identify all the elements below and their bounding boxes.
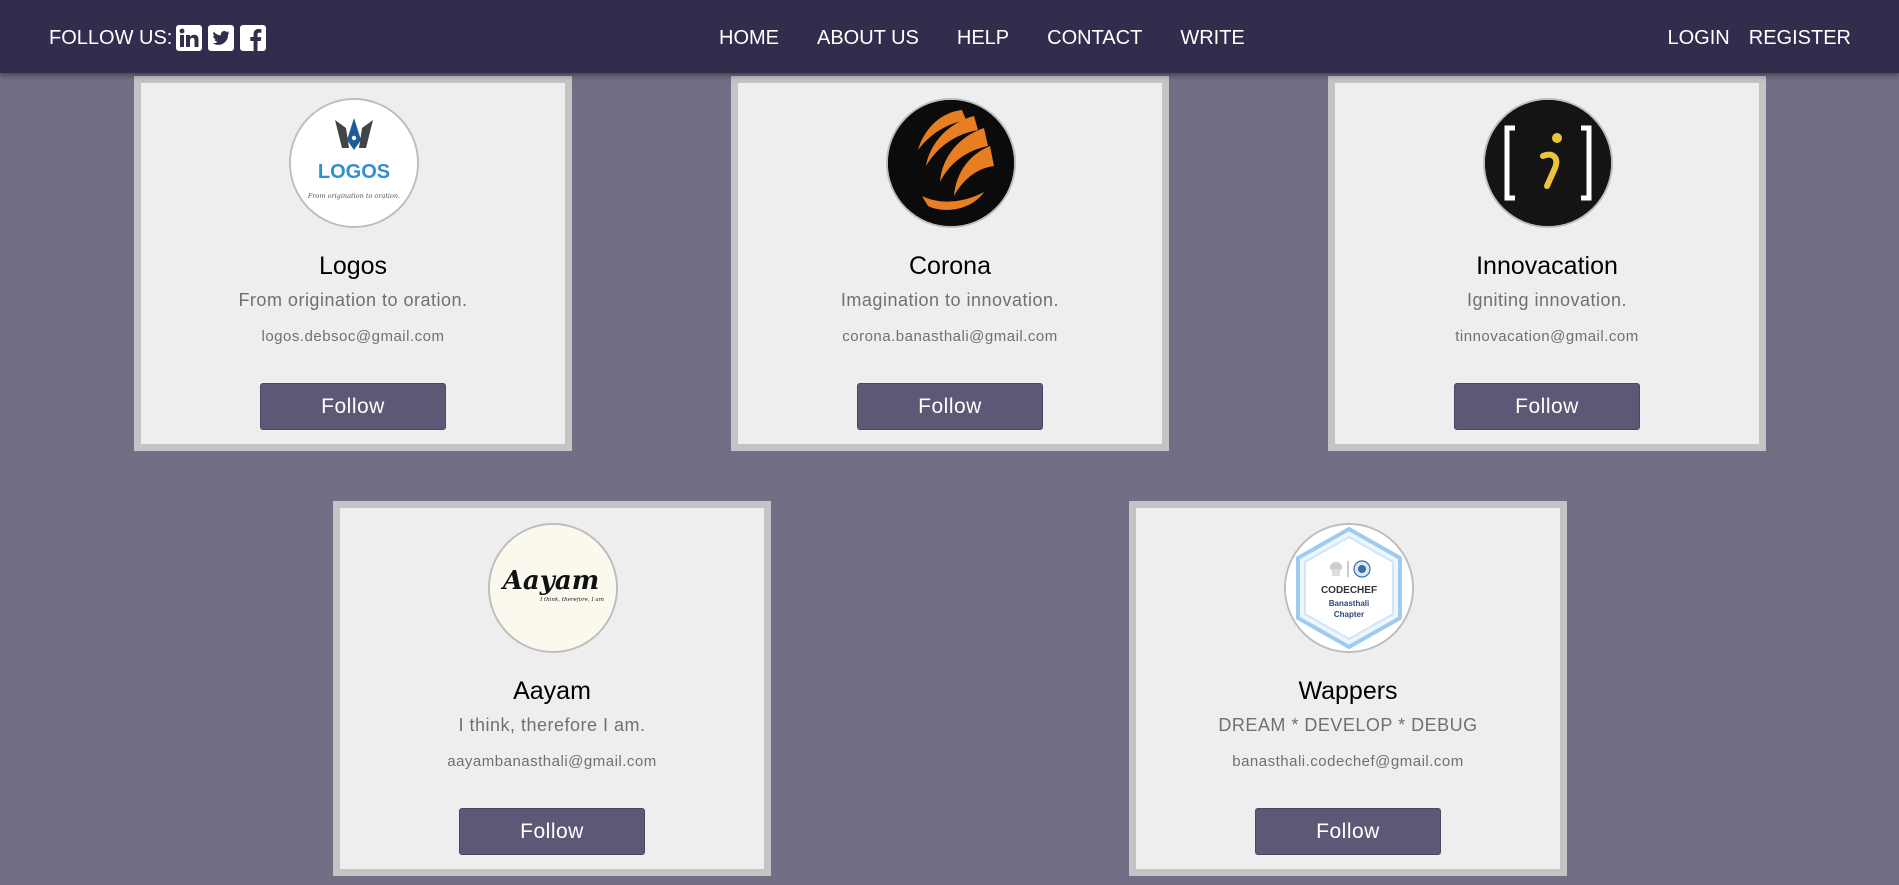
club-email: banasthali.codechef@gmail.com: [1232, 753, 1464, 770]
nav-about-us[interactable]: ABOUT US: [817, 24, 919, 52]
club-name: Aayam: [513, 677, 591, 705]
club-card-innovacation: Innovacation Igniting innovation. tinnov…: [1328, 76, 1766, 451]
linkedin-icon[interactable]: [175, 24, 203, 52]
svg-text:Banasthali: Banasthali: [1329, 599, 1369, 608]
aayam-logo: Aayam I think, therefore, I am: [488, 523, 618, 653]
twitter-icon[interactable]: [207, 24, 235, 52]
navbar: FOLLOW US: HOME ABOUT US HELP CONTACT WR…: [0, 0, 1899, 73]
svg-text:Aayam: Aayam: [500, 566, 599, 596]
innovacation-logo: [1483, 98, 1613, 228]
club-card-wappers: CODECHEF Banasthali Chapter Wappers DREA…: [1129, 501, 1567, 876]
club-name: Wappers: [1298, 677, 1398, 705]
auth-links: LOGIN REGISTER: [1649, 24, 1852, 52]
club-email: aayambanasthali@gmail.com: [447, 753, 657, 770]
club-name: Logos: [318, 252, 388, 280]
club-card-aayam: Aayam I think, therefore, I am Aayam I t…: [333, 501, 771, 876]
svg-text:LOGOS: LOGOS: [318, 161, 390, 183]
university-seal-icon: [1353, 560, 1371, 578]
club-name: Corona: [909, 252, 991, 280]
follow-button-corona[interactable]: Follow: [857, 383, 1043, 430]
wappers-logo: CODECHEF Banasthali Chapter: [1284, 523, 1414, 653]
login-link[interactable]: LOGIN: [1668, 24, 1730, 52]
follow-button-aayam[interactable]: Follow: [459, 808, 645, 855]
register-link[interactable]: REGISTER: [1749, 24, 1851, 52]
facebook-icon[interactable]: [239, 24, 267, 52]
follow-button-logos[interactable]: Follow: [260, 383, 446, 430]
follow-button-wappers[interactable]: Follow: [1255, 808, 1441, 855]
svg-text:CODECHEF: CODECHEF: [1321, 585, 1377, 596]
club-card-corona: Corona Imagination to innovation. corona…: [731, 76, 1169, 451]
club-tagline: DREAM * DEVELOP * DEBUG: [1218, 715, 1478, 735]
nav-home[interactable]: HOME: [719, 24, 779, 52]
club-email: tinnovacation@gmail.com: [1455, 328, 1639, 345]
svg-text:I think, therefore, I am: I think, therefore, I am: [539, 597, 604, 603]
club-email: corona.banasthali@gmail.com: [842, 328, 1058, 345]
svg-text:Chapter: Chapter: [1334, 610, 1364, 619]
nav-contact[interactable]: CONTACT: [1047, 24, 1142, 52]
club-card-logos: LOGOS From origination to oration. Logos…: [134, 76, 572, 451]
main-nav: HOME ABOUT US HELP CONTACT WRITE: [719, 24, 1283, 52]
club-tagline: I think, therefore I am.: [458, 715, 646, 735]
club-name: Innovacation: [1476, 252, 1618, 280]
club-email: logos.debsoc@gmail.com: [261, 328, 445, 345]
follow-us-label: FOLLOW US:: [49, 27, 173, 49]
nav-write[interactable]: WRITE: [1180, 24, 1244, 52]
nav-help[interactable]: HELP: [957, 24, 1009, 52]
club-tagline: Igniting innovation.: [1466, 290, 1628, 310]
logos-logo: LOGOS From origination to oration.: [289, 98, 419, 228]
follow-button-innovacation[interactable]: Follow: [1454, 383, 1640, 430]
club-tagline: From origination to oration.: [238, 290, 468, 310]
follow-us: FOLLOW US:: [49, 24, 271, 52]
svg-text:From origination to oration.: From origination to oration.: [307, 192, 400, 200]
corona-logo: [886, 98, 1016, 228]
club-tagline: Imagination to innovation.: [840, 290, 1060, 310]
